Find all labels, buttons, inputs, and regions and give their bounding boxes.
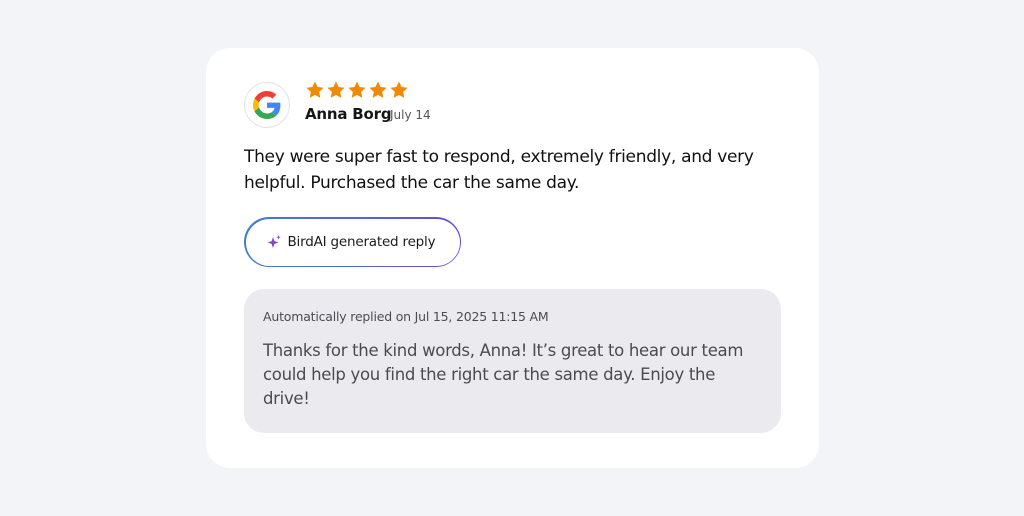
star-icon [390,81,408,98]
ai-reply-badge-inner[interactable]: BirdAI generated reply [245,218,460,266]
sparkle-icon [267,235,281,248]
ai-reply-badge[interactable]: BirdAI generated reply [244,217,461,267]
star-rating [305,80,409,100]
reply-box: Automatically replied on Jul 15, 2025 11… [244,289,781,433]
reply-timestamp: Automatically replied on Jul 15, 2025 11… [263,309,549,324]
review-date: July 14 [390,108,431,122]
star-icon [369,81,387,98]
review-card: Anna Borg July 14 They were super fast t… [206,48,819,468]
review-text: They were super fast to respond, extreme… [244,147,754,193]
star-icon [327,81,345,98]
star-icon [306,81,324,98]
reviewer-name: Anna Borg [305,105,392,123]
star-icon [348,81,366,98]
google-logo-icon [244,82,290,128]
ai-reply-badge-label: BirdAI generated reply [287,234,436,250]
reply-text: Thanks for the kind words, Anna! It’s gr… [263,341,744,408]
